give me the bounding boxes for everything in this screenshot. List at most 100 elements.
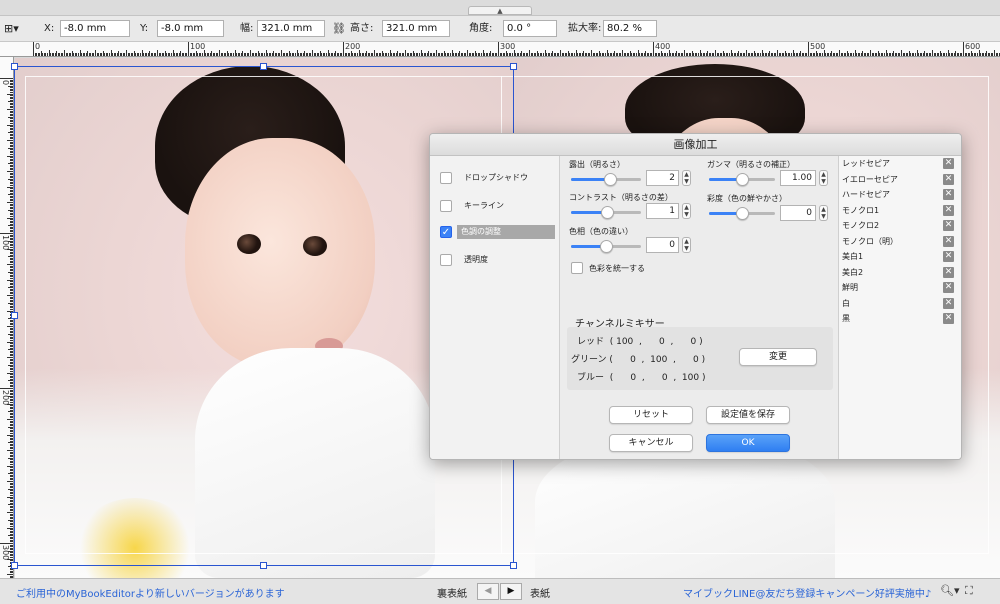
update-notice-link[interactable]: ご利用中のMyBookEditorより新しいバージョンがあります	[16, 585, 285, 600]
slider-knob[interactable]	[601, 206, 615, 219]
option-label: ドロップシャドウ	[464, 173, 528, 182]
x-label: X:	[44, 23, 55, 34]
option-transparency[interactable]: 透明度	[438, 253, 556, 269]
save-settings-button[interactable]: 設定値を保存	[706, 406, 790, 424]
delete-preset-icon[interactable]: ✕	[943, 235, 954, 247]
preset-item[interactable]: 美白2 ✕	[842, 265, 960, 280]
mixer-change-button[interactable]: 変更	[739, 348, 817, 366]
zoom-search-icon[interactable]: 🔍︎▾	[940, 584, 960, 597]
saturation-value[interactable]: 0	[780, 205, 816, 221]
saturation-slider[interactable]	[709, 207, 775, 220]
contrast-value[interactable]: 1	[646, 203, 679, 219]
resize-handle-br[interactable]	[510, 562, 517, 569]
next-page-icon[interactable]: ▶	[500, 583, 522, 600]
slider-knob[interactable]	[603, 173, 617, 186]
delete-preset-icon[interactable]: ✕	[943, 251, 954, 262]
resize-handle-bl[interactable]	[11, 562, 18, 569]
option-label: 透明度	[464, 255, 488, 264]
option-color-adjust[interactable]: ✓ 色調の調整	[438, 225, 556, 241]
preset-item[interactable]: 鮮明 ✕	[842, 280, 960, 295]
gamma-stepper-icon[interactable]: ▲ ▼	[819, 170, 828, 186]
contrast-stepper-icon[interactable]: ▲ ▼	[682, 203, 691, 219]
resize-handle-tl[interactable]	[11, 63, 18, 70]
hue-stepper-icon[interactable]: ▲ ▼	[682, 237, 691, 253]
slider-knob[interactable]	[600, 240, 613, 253]
ruler-label: 0	[35, 42, 41, 51]
ruler-tick	[998, 53, 1000, 56]
y-field[interactable]: -8.0 mm	[157, 20, 224, 37]
color-adjust-checkbox[interactable]: ✓	[440, 226, 452, 238]
collapse-toggle-icon[interactable]: ▲	[468, 6, 532, 15]
preset-item[interactable]: ハードセピア ✕	[842, 187, 960, 202]
saturation-stepper-icon[interactable]: ▲ ▼	[819, 205, 828, 221]
option-label: 色調の調整	[457, 225, 555, 239]
preset-item[interactable]: 黒 ✕	[842, 311, 960, 326]
channel-mixer-box: レッド ( 100 , 0 , 0 ) グリーン ( 0 , 100 , 0 )…	[567, 327, 833, 390]
preset-item[interactable]: モノクロ2 ✕	[842, 218, 960, 233]
delete-preset-icon[interactable]: ✕	[943, 158, 954, 169]
gamma-value[interactable]: 1.00	[780, 170, 816, 186]
hue-value[interactable]: 0	[646, 237, 679, 253]
unify-color-checkbox[interactable]	[571, 262, 583, 274]
preset-item[interactable]: 美白1 ✕	[842, 249, 960, 264]
cancel-button[interactable]: キャンセル	[609, 434, 693, 452]
delete-preset-icon[interactable]: ✕	[943, 220, 954, 231]
unify-color-label: 色彩を統一する	[589, 264, 645, 273]
campaign-link[interactable]: マイブックLINE@友だち登録キャンペーン好評実施中♪	[683, 585, 931, 600]
dialog-title: 画像加工	[430, 134, 961, 156]
zoom-label: 拡大率:	[568, 23, 602, 34]
delete-preset-icon[interactable]: ✕	[943, 189, 954, 200]
preset-item[interactable]: 白 ✕	[842, 296, 960, 311]
mixer-row-blue: ブルー ( 0 , 0 , 100 )	[577, 373, 706, 383]
angle-field[interactable]: 0.0 °	[503, 20, 557, 37]
resize-handle-t[interactable]	[260, 63, 267, 70]
preset-label: 黒	[842, 314, 850, 323]
preset-label: 美白2	[842, 267, 864, 277]
zoom-field[interactable]: 80.2 %	[603, 20, 657, 37]
preset-label: ハードセピア	[842, 190, 890, 199]
preset-item[interactable]: イエローセピア ✕	[842, 172, 960, 187]
gamma-label: ガンマ（明るさの補正）	[707, 160, 795, 169]
fit-screen-icon[interactable]: ⛶	[965, 584, 973, 598]
slider-knob[interactable]	[736, 173, 749, 186]
preset-item[interactable]: レッドセピア ✕	[842, 156, 960, 171]
delete-preset-icon[interactable]: ✕	[943, 266, 954, 278]
preset-label: 美白1	[842, 252, 864, 261]
x-field[interactable]: -8.0 mm	[60, 20, 130, 37]
preset-item[interactable]: モノクロ（明） ✕	[842, 234, 960, 249]
option-drop-shadow[interactable]: ドロップシャドウ	[438, 171, 556, 187]
reset-button[interactable]: リセット	[609, 406, 693, 424]
delete-preset-icon[interactable]: ✕	[943, 173, 954, 185]
transparency-checkbox[interactable]	[440, 254, 452, 266]
preset-item[interactable]: モノクロ1 ✕	[842, 203, 960, 218]
delete-preset-icon[interactable]: ✕	[943, 204, 954, 216]
slider-knob[interactable]	[736, 207, 749, 220]
angle-label: 角度:	[469, 23, 493, 34]
width-field[interactable]: 321.0 mm	[257, 20, 325, 37]
drop-shadow-checkbox[interactable]	[440, 172, 452, 184]
exposure-value[interactable]: 2	[646, 170, 679, 186]
mixer-row-red: レッド ( 100 , 0 , 0 )	[577, 337, 703, 347]
resize-handle-l[interactable]	[11, 312, 18, 319]
exposure-stepper-icon[interactable]: ▲ ▼	[682, 170, 691, 186]
resize-handle-b[interactable]	[260, 562, 267, 569]
gamma-slider[interactable]	[709, 173, 775, 186]
height-field[interactable]: 321.0 mm	[382, 20, 450, 37]
resize-handle-tr[interactable]	[510, 63, 517, 70]
keyline-checkbox[interactable]	[440, 200, 452, 212]
exposure-slider[interactable]	[571, 173, 641, 186]
delete-preset-icon[interactable]: ✕	[943, 297, 954, 309]
align-tool-icon[interactable]: ⊞▾	[4, 20, 19, 37]
transform-toolbar: ⊞▾ X: -8.0 mm Y: -8.0 mm 幅: 321.0 mm ⛓ 高…	[0, 16, 1000, 42]
delete-preset-icon[interactable]: ✕	[943, 282, 954, 293]
preset-label: モノクロ1	[842, 205, 880, 215]
horizontal-ruler: 0 100 200 300 400 500 600	[0, 42, 1000, 57]
option-keyline[interactable]: キーライン	[438, 199, 556, 215]
prev-page-icon[interactable]: ◀	[477, 583, 499, 600]
ok-button[interactable]: OK	[706, 434, 790, 452]
contrast-slider[interactable]	[571, 206, 641, 219]
delete-preset-icon[interactable]: ✕	[943, 313, 954, 324]
ruler-label: 0	[1, 80, 10, 86]
link-proportion-icon[interactable]: ⛓	[332, 20, 346, 37]
hue-slider[interactable]	[571, 240, 641, 253]
